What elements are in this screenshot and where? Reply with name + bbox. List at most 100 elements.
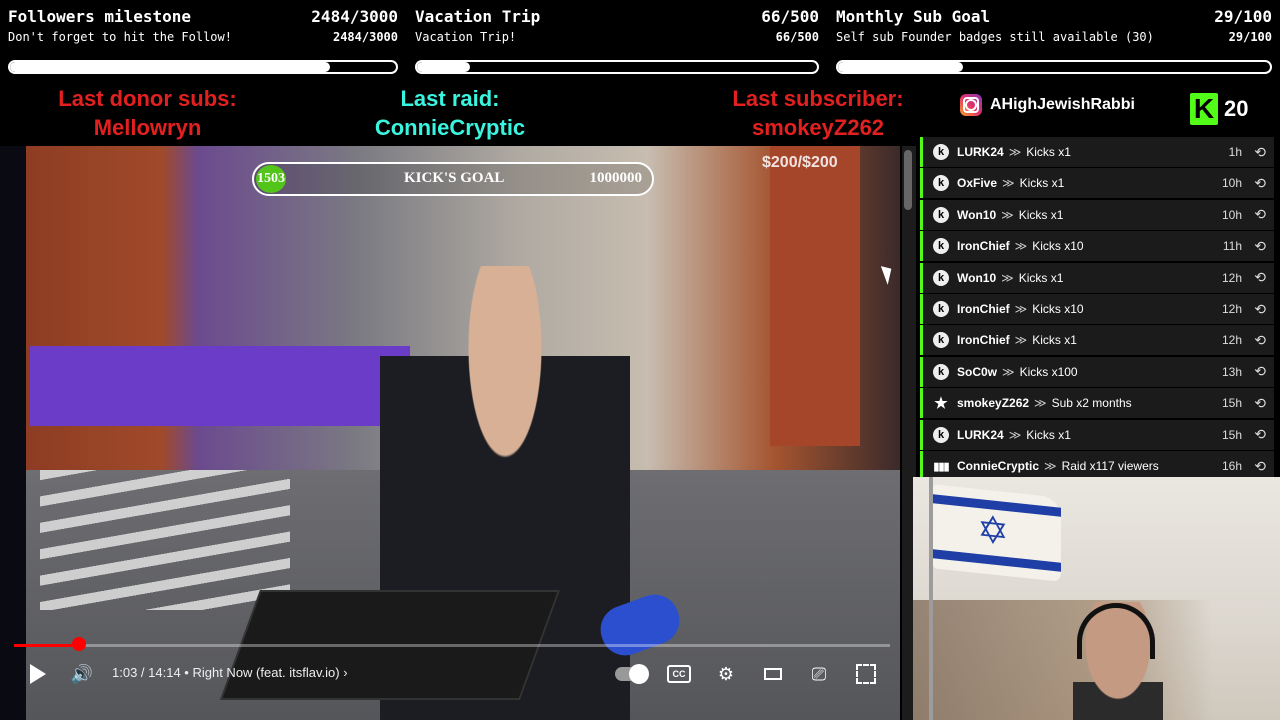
kick-icon: k — [933, 301, 949, 317]
video-player[interactable] — [0, 146, 900, 720]
webcam-shelf — [913, 600, 1213, 720]
kicks-goal-bar: 1503 KICK'S GOAL 1000000 — [252, 162, 654, 196]
fullscreen-button[interactable] — [853, 660, 879, 688]
video-progress-fill — [14, 644, 78, 647]
feed-time: 15h — [1221, 427, 1242, 442]
feed-username: smokeyZ262 — [957, 396, 1030, 411]
replay-icon[interactable]: ⟲ — [1254, 238, 1266, 255]
left-chat-strip — [0, 146, 26, 720]
video-scene-crosswalk — [40, 470, 290, 610]
chevron-right-icon[interactable]: › — [343, 665, 347, 680]
video-track-title[interactable]: Right Now (feat. itsflav.io) — [192, 665, 339, 680]
kick-icon: k — [933, 238, 949, 255]
replay-icon[interactable]: ⟲ — [1254, 458, 1266, 475]
replay-icon[interactable]: ⟲ — [1254, 206, 1266, 223]
feed-time: 12h — [1221, 333, 1242, 348]
goal-subcount: 66/500 — [775, 30, 819, 44]
feed-time: 11h — [1222, 239, 1242, 254]
kick-icon: k — [933, 426, 949, 443]
feed-action: Kicks x1 — [1026, 427, 1071, 442]
goal-progress-bar — [836, 60, 1272, 74]
kick-icon: k — [933, 175, 949, 192]
feed-action: Sub x2 months — [1051, 396, 1132, 411]
alert-value: Mellowryn — [93, 115, 202, 140]
replay-icon[interactable]: ⟲ — [1254, 175, 1266, 192]
volume-icon[interactable]: 🔊 — [70, 660, 94, 688]
replay-icon[interactable]: ⟲ — [1254, 301, 1266, 318]
replay-icon[interactable]: ⟲ — [1254, 269, 1266, 286]
feed-item: k IronChief ≫ Kicks x10 11h ⟲ — [920, 231, 1274, 262]
kick-icon: k — [933, 269, 949, 286]
feed-username: Won10 — [957, 270, 997, 285]
feed-arrow-icon: ≫ — [1014, 239, 1028, 254]
video-scrubber-handle[interactable] — [72, 637, 86, 651]
israel-flag-icon: ✡ — [933, 484, 1061, 582]
goal-subcount: 29/100 — [1228, 30, 1272, 44]
feed-arrow-icon: ≫ — [1034, 396, 1047, 411]
alert-label: Last donor subs: — [58, 86, 237, 111]
feed-arrow-icon: ≫ — [1008, 427, 1022, 442]
feed-action: Kicks x10 — [1032, 302, 1084, 316]
goal-title: Followers milestone — [8, 7, 192, 26]
last-raid-alert: Last raid: ConnieCryptic — [350, 84, 550, 142]
theater-mode-button[interactable] — [760, 660, 786, 688]
video-progress-bar[interactable] — [14, 644, 890, 647]
last-subscriber-alert: Last subscriber: smokeyZ262 — [700, 84, 936, 142]
replay-icon[interactable]: ⟲ — [1254, 426, 1266, 443]
goal-count: 29/100 — [1214, 7, 1272, 26]
feed-action: Raid x117 viewers — [1061, 459, 1159, 473]
kicks-goal-current: 1503 — [256, 165, 286, 193]
feed-time: 15h — [1221, 396, 1242, 411]
feed-action: Kicks x1 — [1018, 270, 1064, 285]
replay-icon[interactable]: ⟲ — [1254, 332, 1266, 349]
instagram-handle[interactable]: AHighJewishRabbi — [960, 94, 1135, 116]
kick-count: 20 — [1224, 96, 1249, 121]
feed-arrow-icon: ≫ — [1044, 459, 1057, 473]
raid-icon: ▮▮▮ — [933, 460, 949, 473]
feed-action: Kicks x1 — [1018, 207, 1064, 222]
autoplay-toggle[interactable] — [614, 660, 649, 688]
kick-icon: k — [933, 363, 949, 380]
feed-username: IronChief — [957, 302, 1010, 316]
feed-item: k LURK24 ≫ Kicks x1 15h ⟲ — [920, 419, 1274, 450]
kick-viewer-count: K 20 — [1190, 93, 1248, 125]
feed-arrow-icon: ≫ — [1014, 333, 1028, 348]
alert-value: ConnieCryptic — [374, 115, 526, 140]
video-scrollbar-thumb[interactable] — [904, 150, 912, 210]
cc-icon: CC — [667, 665, 691, 683]
feed-time: 12h — [1221, 302, 1242, 316]
alert-value: smokeyZ262 — [751, 115, 885, 140]
replay-icon[interactable]: ⟲ — [1254, 395, 1266, 412]
feed-time: 16h — [1221, 459, 1242, 473]
alert-label: Last subscriber: — [732, 86, 904, 111]
cast-icon[interactable]: ⎚ — [806, 660, 832, 688]
feed-item: k Won10 ≫ Kicks x1 10h ⟲ — [920, 199, 1274, 230]
goal-monthly-subs: Monthly Sub Goal 29/100 Self sub Founder… — [836, 0, 1272, 82]
goal-vacation: Vacation Trip 66/500 Vacation Trip! 66/5… — [415, 0, 819, 82]
feed-time: 12h — [1221, 270, 1242, 285]
goal-followers: Followers milestone 2484/3000 Don't forg… — [8, 0, 398, 82]
feed-username: OxFive — [957, 176, 998, 191]
theater-icon — [764, 668, 782, 680]
kicks-goal-label: KICK'S GOAL — [404, 170, 505, 186]
star-icon: ★ — [934, 395, 948, 413]
feed-username: IronChief — [957, 239, 1010, 254]
play-button[interactable] — [26, 660, 50, 688]
kick-icon: k — [933, 332, 949, 349]
settings-gear-icon[interactable]: ⚙ — [713, 660, 739, 688]
instagram-icon — [960, 94, 982, 116]
goal-title: Vacation Trip — [415, 7, 541, 26]
instagram-username: AHighJewishRabbi — [990, 96, 1135, 113]
feed-action: Kicks x100 — [1019, 364, 1078, 379]
feed-username: IronChief — [957, 333, 1010, 348]
kicks-goal-target: 1000000 — [589, 170, 643, 186]
feed-time: 10h — [1221, 176, 1242, 191]
fullscreen-icon — [856, 664, 876, 684]
replay-icon[interactable]: ⟲ — [1254, 363, 1266, 380]
feed-username: Won10 — [957, 207, 997, 222]
goal-count: 66/500 — [761, 7, 819, 26]
captions-button[interactable]: CC — [666, 660, 692, 688]
webcam-feed: ✡ — [913, 477, 1280, 720]
replay-icon[interactable]: ⟲ — [1254, 144, 1266, 161]
kick-logo-icon: K — [1190, 93, 1218, 125]
